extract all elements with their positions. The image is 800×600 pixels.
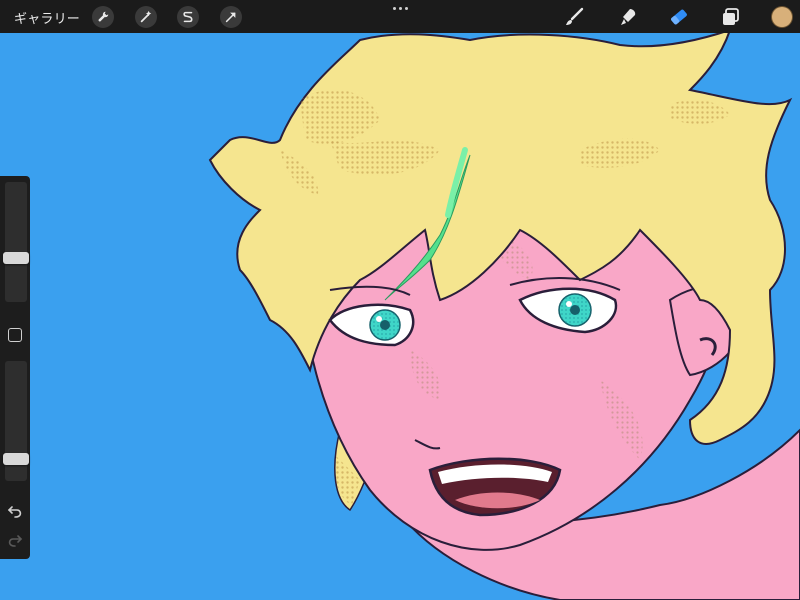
opacity-thumb[interactable] — [3, 453, 29, 465]
arrow-cursor-icon[interactable] — [220, 6, 242, 28]
artwork — [208, 28, 800, 600]
layers-icon[interactable] — [720, 6, 742, 28]
color-picker-button[interactable] — [772, 7, 792, 27]
more-options-icon[interactable] — [391, 3, 409, 13]
brush-icon[interactable] — [563, 6, 585, 28]
wrench-icon[interactable] — [92, 6, 114, 28]
top-toolbar: ギャラリー — [0, 0, 800, 33]
redo-icon[interactable] — [7, 533, 23, 547]
opacity-slider[interactable] — [3, 361, 29, 481]
brush-size-thumb[interactable] — [3, 252, 29, 264]
drawing-canvas[interactable] — [0, 0, 800, 600]
modify-button[interactable] — [8, 328, 22, 342]
gallery-button[interactable]: ギャラリー — [14, 8, 80, 27]
smudge-icon[interactable] — [617, 6, 639, 28]
left-sidebar — [0, 176, 30, 559]
brush-size-slider[interactable] — [3, 182, 29, 302]
undo-icon[interactable] — [7, 504, 23, 518]
selection-s-icon[interactable] — [177, 6, 199, 28]
eraser-icon[interactable] — [668, 6, 690, 28]
magic-wand-icon[interactable] — [135, 6, 157, 28]
